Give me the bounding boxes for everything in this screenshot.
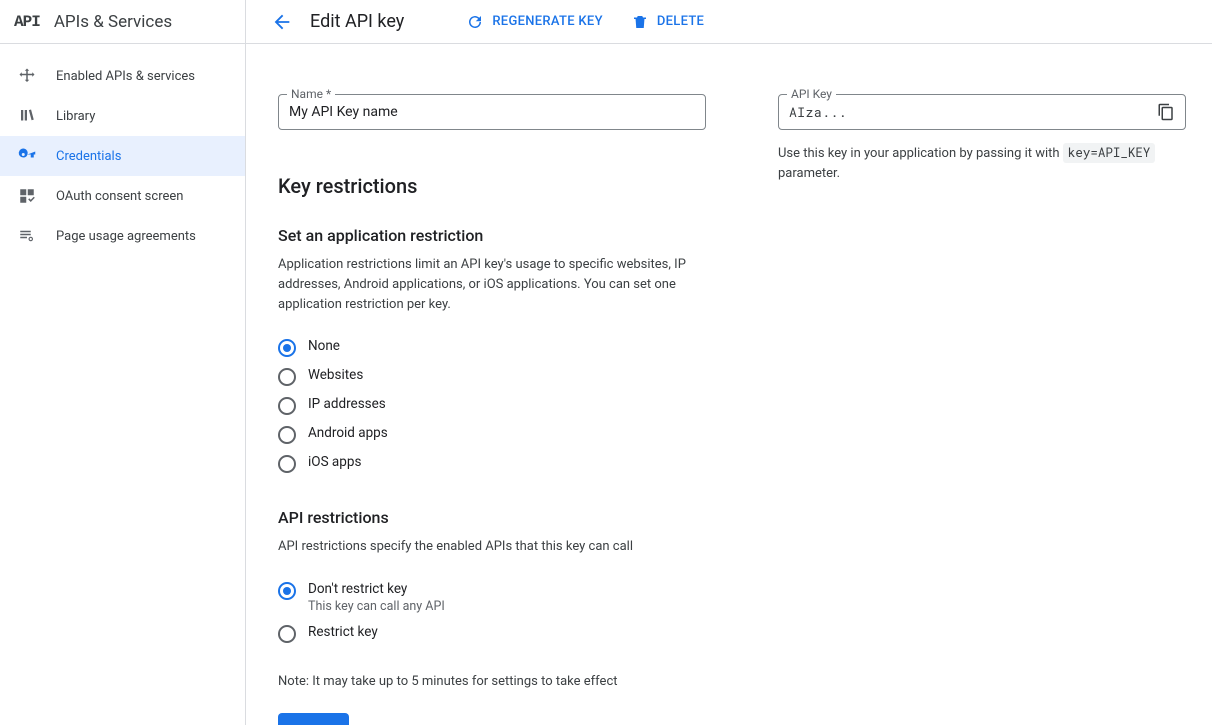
- sidebar-title: APIs & Services: [54, 12, 172, 32]
- api-restrictions-desc: API restrictions specify the enabled API…: [278, 537, 688, 557]
- sidebar-item-label: Enabled APIs & services: [56, 69, 195, 84]
- sidebar-item-enabled-apis[interactable]: Enabled APIs & services: [0, 56, 245, 96]
- agreements-icon: [17, 226, 37, 246]
- radio-restrict-key[interactable]: Restrict key: [278, 619, 706, 648]
- regenerate-key-button[interactable]: REGENERATE KEY: [460, 7, 609, 37]
- enabled-apis-icon: [17, 66, 37, 86]
- radio-websites[interactable]: Websites: [278, 362, 706, 391]
- radio-label: Restrict key: [308, 624, 378, 640]
- radio-control[interactable]: [278, 426, 296, 444]
- settings-note: Note: It may take up to 5 minutes for se…: [278, 674, 706, 689]
- sidebar-item-label: Library: [56, 109, 95, 124]
- nav-list: Enabled APIs & services Library Credenti…: [0, 44, 245, 256]
- radio-none[interactable]: None: [278, 333, 706, 362]
- radio-control[interactable]: [278, 625, 296, 643]
- api-key-help: Use this key in your application by pass…: [778, 144, 1186, 183]
- topbar: Edit API key REGENERATE KEY DELETE: [246, 0, 1212, 44]
- api-key-label: API Key: [787, 87, 836, 101]
- radio-label: Don't restrict key: [308, 581, 445, 597]
- sidebar-item-oauth-consent[interactable]: OAuth consent screen: [0, 176, 245, 216]
- api-logo: API: [14, 13, 40, 31]
- arrow-back-icon: [271, 11, 293, 33]
- api-key-field: API Key AIza...: [778, 94, 1186, 130]
- page-title: Edit API key: [310, 11, 404, 32]
- save-button[interactable]: SAVE: [278, 713, 349, 725]
- library-icon: [17, 106, 37, 126]
- sidebar-item-agreements[interactable]: Page usage agreements: [0, 216, 245, 256]
- trash-icon: [631, 13, 649, 31]
- left-column: Name * Key restrictions Set an applicati…: [278, 94, 706, 695]
- help-post: parameter.: [778, 166, 840, 181]
- sidebar-item-library[interactable]: Library: [0, 96, 245, 136]
- footer-actions: SAVE CANCEL: [278, 713, 706, 725]
- sidebar: API APIs & Services Enabled APIs & servi…: [0, 0, 246, 725]
- radio-control[interactable]: [278, 368, 296, 386]
- back-button[interactable]: [270, 10, 294, 34]
- name-input[interactable]: [289, 104, 695, 120]
- help-code: key=API_KEY: [1063, 143, 1156, 163]
- name-field[interactable]: Name *: [278, 94, 706, 130]
- radio-label: None: [308, 338, 340, 354]
- api-key-value: AIza...: [789, 103, 1157, 121]
- key-restrictions-heading: Key restrictions: [278, 174, 706, 198]
- regenerate-label: REGENERATE KEY: [492, 14, 603, 29]
- radio-ip-addresses[interactable]: IP addresses: [278, 391, 706, 420]
- api-restriction-radio-group: Don't restrict key This key can call any…: [278, 576, 706, 648]
- right-column: API Key AIza... Use this key in your app…: [778, 94, 1186, 695]
- radio-control[interactable]: [278, 339, 296, 357]
- main: Edit API key REGENERATE KEY DELETE Name …: [246, 0, 1212, 725]
- radio-label: IP addresses: [308, 396, 386, 412]
- delete-button[interactable]: DELETE: [625, 7, 710, 37]
- radio-ios-apps[interactable]: iOS apps: [278, 449, 706, 478]
- app-restriction-desc: Application restrictions limit an API ke…: [278, 255, 688, 315]
- radio-sublabel: This key can call any API: [308, 599, 445, 614]
- sidebar-item-credentials[interactable]: Credentials: [0, 136, 245, 176]
- help-pre: Use this key in your application by pass…: [778, 146, 1063, 161]
- sidebar-item-label: Credentials: [56, 149, 121, 164]
- sidebar-item-label: Page usage agreements: [56, 229, 196, 244]
- radio-control[interactable]: [278, 397, 296, 415]
- radio-control[interactable]: [278, 455, 296, 473]
- radio-android-apps[interactable]: Android apps: [278, 420, 706, 449]
- radio-control[interactable]: [278, 582, 296, 600]
- sidebar-item-label: OAuth consent screen: [56, 189, 183, 204]
- delete-label: DELETE: [657, 14, 704, 29]
- app-restriction-heading: Set an application restriction: [278, 226, 706, 245]
- name-label: Name *: [287, 87, 335, 101]
- copy-api-key-button[interactable]: [1157, 103, 1175, 121]
- key-icon: [17, 146, 37, 166]
- radio-label: Android apps: [308, 425, 388, 441]
- radio-label: Websites: [308, 367, 363, 383]
- copy-icon: [1157, 103, 1175, 121]
- radio-dont-restrict[interactable]: Don't restrict key This key can call any…: [278, 576, 706, 619]
- radio-label: iOS apps: [308, 454, 361, 470]
- consent-icon: [17, 186, 37, 206]
- sidebar-header: API APIs & Services: [0, 0, 245, 44]
- app-restriction-radio-group: None Websites IP addresses Android apps: [278, 333, 706, 478]
- refresh-icon: [466, 13, 484, 31]
- api-restrictions-heading: API restrictions: [278, 508, 706, 527]
- content: Name * Key restrictions Set an applicati…: [246, 44, 1212, 725]
